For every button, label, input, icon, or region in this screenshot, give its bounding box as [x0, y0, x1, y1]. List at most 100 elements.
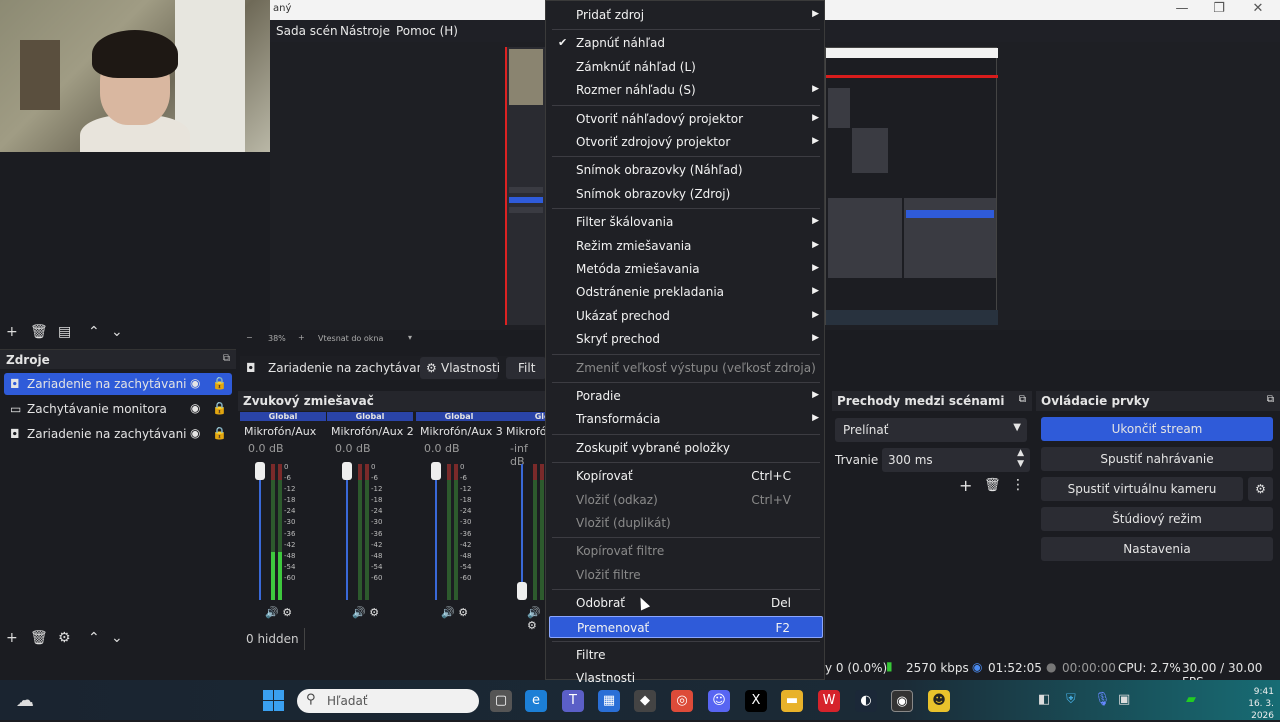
- network-icon[interactable]: ▰: [1186, 692, 1196, 707]
- add-transition-icon[interactable]: +: [959, 476, 972, 495]
- move-up-icon[interactable]: ⌃: [88, 324, 100, 340]
- undock-icon[interactable]: ⧉: [223, 353, 230, 364]
- chevron-down-icon[interactable]: ▾: [408, 333, 412, 342]
- gear-icon[interactable]: ⚙: [58, 630, 71, 646]
- tray-icon[interactable]: ◧: [1038, 692, 1050, 707]
- close-button[interactable]: ✕: [1246, 1, 1270, 16]
- lock-icon[interactable]: 🔒: [212, 376, 227, 390]
- undock-icon[interactable]: ⧉: [1019, 394, 1026, 405]
- edge-icon[interactable]: e: [525, 690, 547, 712]
- volume-fader-handle[interactable]: [255, 462, 265, 480]
- context-menu-item[interactable]: ✔ Zapnúť náhľad: [549, 32, 823, 54]
- context-menu-item[interactable]: Skryť prechod ▶: [549, 328, 823, 350]
- move-down-icon[interactable]: ⌄: [111, 324, 123, 340]
- obs-icon[interactable]: ◉: [891, 690, 913, 712]
- move-up-icon[interactable]: ⌃: [88, 630, 100, 646]
- stepper-up-icon[interactable]: ▲: [1017, 448, 1024, 458]
- context-menu-item[interactable]: Zámknúť náhľad (L): [549, 56, 823, 78]
- discord-icon[interactable]: ☺: [708, 690, 730, 712]
- context-menu-item[interactable]: Ukázať prechod ▶: [549, 305, 823, 327]
- microphone-icon[interactable]: 🎙: [1094, 692, 1111, 707]
- context-menu-item[interactable]: Odobrať Del: [549, 592, 823, 614]
- undock-icon[interactable]: ⧉: [1267, 394, 1274, 405]
- store-icon[interactable]: ▦: [598, 690, 620, 712]
- lock-icon[interactable]: 🔒: [212, 426, 227, 440]
- menu-tools[interactable]: Nástroje: [340, 24, 390, 38]
- context-menu-item[interactable]: Premenovať F2: [549, 615, 823, 638]
- zoom-out-button[interactable]: −: [246, 333, 253, 342]
- eye-icon[interactable]: ◉: [190, 426, 200, 440]
- filter-icon[interactable]: ▤: [58, 324, 71, 340]
- wps-icon[interactable]: W: [818, 690, 840, 712]
- eye-icon[interactable]: ◉: [190, 376, 200, 390]
- context-menu-item[interactable]: Zoskupiť vybrané položky: [549, 437, 823, 459]
- context-menu-item[interactable]: Filtre: [549, 644, 823, 666]
- volume-fader-handle[interactable]: [517, 582, 527, 600]
- start-button[interactable]: [263, 690, 285, 712]
- clock[interactable]: 9:41 16. 3. 2026: [1232, 686, 1274, 722]
- filters-button[interactable]: Filt: [506, 357, 546, 379]
- context-menu-item[interactable]: Pridať zdroj ▶: [549, 4, 823, 26]
- context-menu-item[interactable]: Otvoriť náhľadový projektor ▶: [549, 108, 823, 130]
- x-icon[interactable]: X: [745, 690, 767, 712]
- start-virtual-camera-button[interactable]: Spustiť virtuálnu kameru: [1041, 477, 1243, 501]
- context-menu-item[interactable]: Metóda zmiešavania ▶: [549, 258, 823, 280]
- preview-source-thumbnail[interactable]: [505, 47, 545, 325]
- taskbar-search[interactable]: ⚲ Hľadať: [297, 689, 479, 713]
- speaker-icon[interactable]: 🔊 ⚙: [352, 606, 379, 619]
- volume-fader[interactable]: [435, 464, 437, 600]
- teams-icon[interactable]: T: [562, 690, 584, 712]
- context-menu-item[interactable]: Snímok obrazovky (Zdroj): [549, 183, 823, 205]
- duration-input[interactable]: 300 ms ▲ ▼: [882, 448, 1030, 472]
- app-icon[interactable]: ◆: [634, 690, 656, 712]
- volume-fader-handle[interactable]: [431, 462, 441, 480]
- minimize-button[interactable]: —: [1170, 1, 1194, 16]
- context-menu-item[interactable]: Otvoriť zdrojový projektor ▶: [549, 131, 823, 153]
- add-scene-icon[interactable]: +: [6, 324, 18, 340]
- menu-help[interactable]: Pomoc (H): [396, 24, 458, 38]
- zoom-in-button[interactable]: +: [298, 333, 305, 342]
- studio-mode-button[interactable]: Štúdiový režim: [1041, 507, 1273, 531]
- transition-select[interactable]: Prelínať ▼: [835, 418, 1027, 442]
- remove-transition-icon[interactable]: 🗑: [984, 478, 1001, 493]
- maximize-button[interactable]: ❐: [1207, 1, 1231, 16]
- start-recording-button[interactable]: Spustiť nahrávanie: [1041, 447, 1273, 471]
- lock-icon[interactable]: 🔒: [212, 401, 227, 415]
- speaker-icon[interactable]: 🔊 ⚙: [441, 606, 468, 619]
- gear-icon[interactable]: ⚙: [1248, 477, 1273, 501]
- properties-button[interactable]: ⚙ Vlastnosti: [420, 357, 500, 379]
- folder-icon[interactable]: ▬: [781, 690, 803, 712]
- eye-icon[interactable]: ◉: [190, 401, 200, 415]
- settings-button[interactable]: Nastavenia: [1041, 537, 1273, 561]
- volume-fader[interactable]: [346, 464, 348, 600]
- context-menu-item[interactable]: Kopírovať Ctrl+C: [549, 465, 823, 487]
- remove-scene-icon[interactable]: 🗑: [30, 324, 48, 340]
- context-menu-item[interactable]: Transformácia ▶: [549, 408, 823, 430]
- stop-stream-button[interactable]: Ukončiť stream: [1041, 417, 1273, 441]
- weather-icon[interactable]: ☁: [16, 690, 34, 711]
- app-icon-yellow[interactable]: ☻: [928, 690, 950, 712]
- steam-icon[interactable]: ◐: [855, 690, 877, 712]
- source-item[interactable]: ▭ Zachytávanie monitora ◉ 🔒: [4, 398, 232, 420]
- move-down-icon[interactable]: ⌄: [111, 630, 123, 646]
- speaker-icon[interactable]: 🔊 ⚙: [265, 606, 292, 619]
- volume-fader-handle[interactable]: [342, 462, 352, 480]
- menu-scene-collection[interactable]: Sada scén: [276, 24, 338, 38]
- task-view-icon[interactable]: ▢: [490, 690, 512, 712]
- volume-fader[interactable]: [259, 464, 261, 600]
- source-item[interactable]: ◘ Zariadenie na zachytávanie vide ◉ 🔒: [4, 423, 232, 445]
- context-menu-item[interactable]: Vlastnosti: [549, 667, 823, 689]
- context-menu-item[interactable]: Odstránenie prekladania ▶: [549, 281, 823, 303]
- add-source-icon[interactable]: +: [6, 630, 18, 646]
- more-options-icon[interactable]: ⋮: [1011, 477, 1025, 493]
- context-menu-item[interactable]: Režim zmiešavania ▶: [549, 235, 823, 257]
- tray-shield-icon[interactable]: ⛨: [1066, 692, 1076, 707]
- remove-source-icon[interactable]: 🗑: [30, 630, 48, 646]
- context-menu-item[interactable]: Rozmer náhľadu (S) ▶: [549, 79, 823, 101]
- tray-app-icon[interactable]: ▣: [1118, 692, 1130, 707]
- context-menu-item[interactable]: Snímok obrazovky (Náhľad): [549, 159, 823, 181]
- volume-fader[interactable]: [521, 464, 523, 600]
- zoom-mode-select[interactable]: Vtesnat do okna: [318, 334, 383, 343]
- context-menu-item[interactable]: Filter škálovania ▶: [549, 211, 823, 233]
- context-menu-item[interactable]: Poradie ▶: [549, 385, 823, 407]
